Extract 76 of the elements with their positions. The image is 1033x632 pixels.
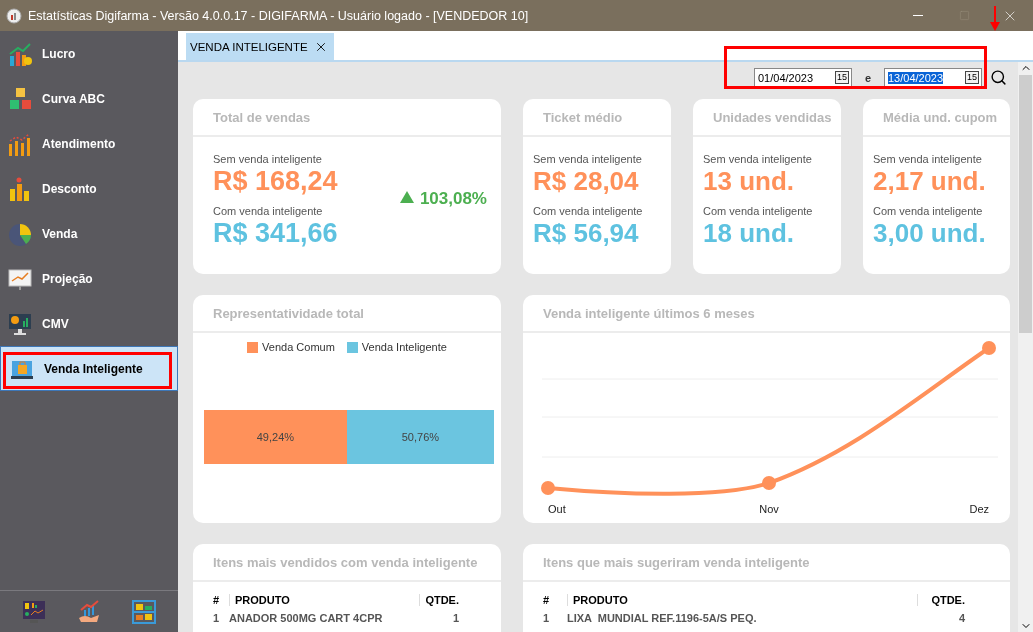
kpi-label: Com venda inteligente — [213, 205, 324, 217]
legend-item: Venda Inteligente — [346, 341, 447, 353]
card-title: Unidades vendidas — [713, 109, 832, 125]
growth-percentage: 103,08% — [419, 189, 487, 209]
pie-chart-icon — [8, 221, 32, 246]
shelf-icon[interactable] — [132, 599, 157, 624]
card-title: Total de vendas — [213, 109, 311, 125]
axis-label: Out — [548, 503, 566, 515]
blocks-icon — [8, 86, 32, 111]
kpi-value: R$ 168,24 — [213, 165, 339, 197]
column-header: PRODUTO — [567, 594, 917, 606]
column-header: QTDE. — [917, 594, 965, 606]
table-cell-text: 1 — [543, 612, 551, 624]
kpi-value: R$ 341,66 — [213, 217, 339, 249]
data-point — [982, 341, 996, 355]
column-header: PRODUTO — [229, 594, 419, 606]
calendar-button[interactable]: 15 — [965, 71, 979, 84]
kpi-label: Sem venda inteligente — [213, 153, 323, 165]
kpi-label: Com venda inteligente — [533, 205, 644, 217]
column-header: # — [543, 594, 551, 606]
card-title: Representatividade total — [213, 305, 364, 321]
column-header: # — [213, 594, 221, 606]
card-title: Média und. cupom — [883, 109, 998, 125]
kpi-label: Com venda inteligente — [703, 205, 814, 217]
kpi-label: Sem venda inteligente — [873, 153, 983, 165]
scrollbar[interactable] — [1018, 62, 1033, 632]
kpi-value: 3,00 und. — [873, 217, 987, 249]
card-title: Itens mais vendidos com venda inteligente — [213, 554, 478, 570]
whiteboard-icon — [8, 266, 32, 291]
axis-label: Nov — [759, 503, 779, 515]
kpi-value: 2,17 und. — [873, 165, 987, 197]
chart-icon — [8, 41, 32, 66]
kpi-label: Sem venda inteligente — [703, 153, 813, 165]
bar-segment: 49,24% — [204, 410, 347, 464]
data-point — [762, 476, 776, 490]
bar-chart-icon — [8, 131, 32, 156]
table-cell-text: 4 — [957, 612, 965, 624]
sidebar-item[interactable]: CMV — [0, 301, 178, 346]
bar-segment: 50,76% — [346, 410, 494, 464]
tab[interactable]: VENDA INTELIGENTE — [186, 33, 334, 60]
search-button[interactable] — [990, 69, 1007, 86]
card-title: Itens que mais sugeriram venda inteligente — [543, 554, 810, 570]
kpi-value: 18 und. — [703, 217, 795, 249]
kpi-label: Sem venda inteligente — [533, 153, 643, 165]
calendar-button[interactable]: 15 — [835, 71, 849, 84]
bar-chart-icon — [8, 176, 32, 201]
sidebar-item[interactable]: Desconto — [0, 166, 178, 211]
sidebar-item[interactable]: Atendimento — [0, 121, 178, 166]
axis-label: Dez — [969, 503, 989, 515]
dashboard-icon[interactable] — [21, 599, 46, 624]
table-cell-text: 1 — [451, 612, 459, 624]
monitor-icon — [8, 311, 32, 336]
legend-item: Venda Comum — [247, 341, 335, 353]
card-title: Ticket médio — [543, 109, 623, 125]
growth-icon[interactable] — [77, 599, 101, 624]
separator-text: e — [863, 71, 873, 84]
sidebar-item[interactable]: Projeção — [0, 256, 178, 301]
table-cell-text: 1 — [213, 612, 221, 624]
sidebar-item[interactable]: Curva ABC — [0, 76, 178, 121]
maximize-icon — [958, 10, 970, 21]
data-point — [541, 481, 555, 495]
kpi-value: 13 und. — [703, 165, 795, 197]
arrow-icon — [989, 6, 1001, 32]
card-title: Venda inteligente últimos 6 meses — [543, 305, 755, 321]
table-cell-text: ANADOR 500MG CART 4CPR — [229, 612, 384, 624]
app-logo-icon — [6, 7, 22, 24]
column-header: QTDE. — [419, 594, 459, 606]
kpi-value: R$ 56,94 — [533, 217, 640, 249]
sidebar-item[interactable]: Venda — [0, 211, 178, 256]
kpi-label: Com venda inteligente — [873, 205, 984, 217]
up-triangle-icon — [399, 191, 414, 203]
window-title: Estatísticas Digifarma - Versão 4.0.0.17 - DIGIFARMA - Usuário logado - [VENDEDOR 10] — [28, 8, 530, 23]
kpi-value: R$ 28,04 — [533, 165, 640, 197]
minimize-icon — [913, 15, 923, 16]
sidebar-item[interactable]: Lucro — [0, 31, 178, 76]
table-cell-text: LIXA MUNDIAL REF.1196-5A/S PEQ. — [567, 612, 758, 624]
